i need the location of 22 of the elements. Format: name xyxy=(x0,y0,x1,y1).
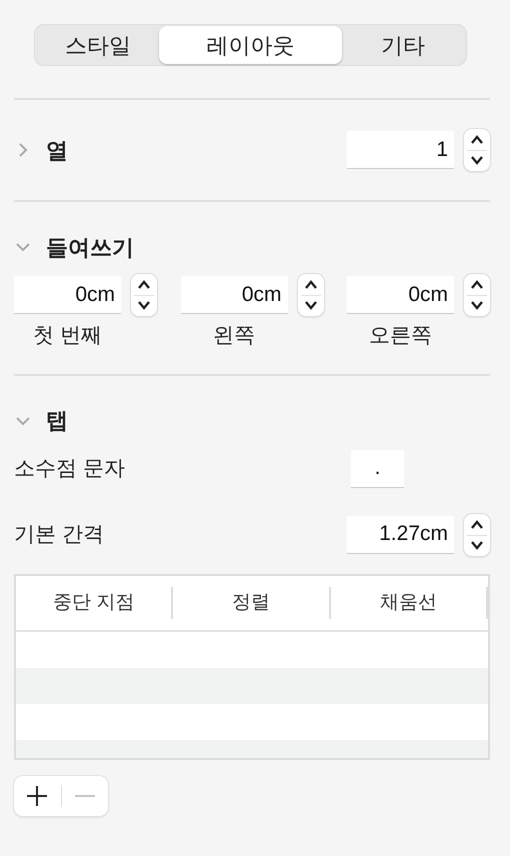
number-field[interactable]: 0cm xyxy=(347,276,454,314)
number-field[interactable]: 1.27cm xyxy=(347,516,454,554)
number-field[interactable]: 0cm xyxy=(180,276,288,314)
section-title: 열 xyxy=(46,136,69,164)
minus-icon xyxy=(74,794,96,798)
tab[interactable]: 스타일 xyxy=(37,26,159,64)
tab[interactable]: 기타 xyxy=(342,26,464,64)
plus-icon xyxy=(26,784,48,806)
decimal-label: 소수점 문자 xyxy=(14,456,126,482)
field-label: 오른쪽 xyxy=(369,323,432,349)
spacing-label: 기본 간격 xyxy=(14,522,105,548)
field-label: 첫 번째 xyxy=(33,323,102,349)
number-field[interactable]: 0cm xyxy=(14,276,121,314)
number-field[interactable]: 1 xyxy=(347,131,454,169)
field-label: 왼쪽 xyxy=(213,323,255,349)
section-title: 탭 xyxy=(46,407,68,435)
column-header[interactable]: 중단 지점 xyxy=(16,586,174,618)
section-title: 들여쓰기 xyxy=(46,234,134,262)
column-header[interactable]: 채움선 xyxy=(330,586,488,618)
column-header[interactable]: 정렬 xyxy=(173,586,331,618)
number-field[interactable]: . xyxy=(351,450,404,488)
tab[interactable]: 레이아웃 xyxy=(159,26,342,64)
